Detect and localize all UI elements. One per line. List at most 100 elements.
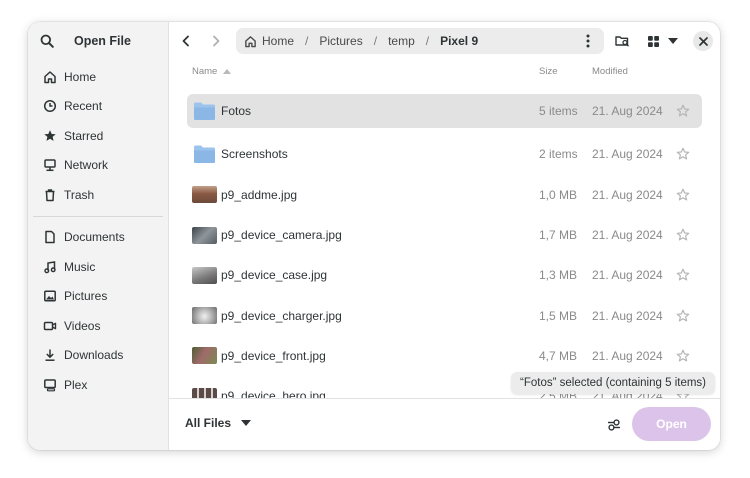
sidebar-item-downloads[interactable]: Downloads — [28, 341, 168, 371]
sidebar-item-label: Home — [64, 69, 97, 84]
image-thumbnail — [192, 266, 217, 284]
file-row-image[interactable]: p9_addme.jpg 1,0 MB 21. Aug 2024 — [187, 175, 702, 215]
star-outline-icon — [676, 349, 690, 362]
crumb-home[interactable]: Home — [244, 34, 294, 48]
image-thumbnail — [192, 226, 217, 244]
download-icon — [42, 347, 58, 363]
star-toggle[interactable] — [675, 348, 691, 364]
settings-toggle-icon — [608, 419, 620, 431]
sidebar-item-home[interactable]: Home — [28, 62, 168, 92]
file-row-image[interactable]: p9_device_front.jpg 4,7 MB 21. Aug 2024 — [187, 336, 702, 376]
file-modified: 21. Aug 2024 — [592, 104, 663, 118]
folder-icon — [192, 145, 217, 164]
new-folder-button[interactable] — [613, 32, 631, 50]
sidebar-item-label: Documents — [64, 230, 125, 245]
file-row-image[interactable]: p9_device_charger.jpg 1,5 MB 21. Aug 202… — [187, 295, 702, 335]
places-list: Home Recent Starred Network Trash — [28, 62, 168, 210]
chevron-right-icon — [213, 35, 220, 47]
crumb-current[interactable]: Pixel 9 — [440, 34, 478, 48]
file-size: 1,3 MB — [539, 268, 578, 283]
options-button[interactable] — [605, 416, 623, 434]
folder-icon — [192, 102, 217, 120]
image-thumbnail — [192, 186, 217, 204]
image-thumbnail — [192, 347, 217, 365]
file-name: p9_addme.jpg — [221, 187, 298, 202]
file-chooser-dialog: Open File Home Recent Starred Network Tr… — [28, 22, 720, 450]
trash-icon — [42, 187, 58, 203]
file-name: Fotos — [221, 104, 252, 118]
sidebar-item-label: Plex — [64, 377, 88, 392]
file-size: 5 items — [539, 104, 578, 118]
star-outline-icon — [676, 104, 690, 117]
sidebar-item-recent[interactable]: Recent — [28, 92, 168, 122]
crumb-temp[interactable]: temp — [388, 34, 415, 48]
caret-down-icon — [668, 38, 678, 44]
open-button[interactable]: Open — [632, 407, 711, 441]
column-header-name[interactable]: Name — [192, 66, 232, 77]
file-modified: 21. Aug 2024 — [592, 308, 663, 323]
forward-button[interactable] — [207, 32, 225, 50]
close-button[interactable] — [693, 31, 713, 51]
file-modified: 21. Aug 2024 — [592, 228, 663, 243]
home-icon — [245, 35, 256, 47]
file-name: p9_device_hero.jpg — [221, 389, 326, 398]
sidebar-item-starred[interactable]: Starred — [28, 121, 168, 151]
crumb-separator: / — [425, 34, 430, 48]
view-options-button[interactable] — [666, 32, 680, 50]
star-toggle[interactable] — [675, 146, 691, 162]
file-row-screenshots[interactable]: Screenshots 2 items 21. Aug 2024 — [187, 134, 702, 174]
crumb-pictures[interactable]: Pictures — [319, 34, 362, 48]
image-thumbnail — [192, 387, 217, 398]
sidebar-item-documents[interactable]: Documents — [28, 223, 168, 253]
file-row-image[interactable]: p9_device_case.jpg 1,3 MB 21. Aug 2024 — [187, 255, 702, 295]
sidebar-item-label: Pictures — [64, 289, 108, 304]
star-outline-icon — [676, 309, 690, 322]
sidebar-divider — [33, 215, 163, 217]
column-headers: Name Size Modified — [169, 60, 720, 82]
sidebar-item-label: Downloads — [64, 348, 124, 363]
file-name: p9_device_camera.jpg — [221, 228, 342, 243]
file-modified: 21. Aug 2024 — [592, 147, 663, 162]
image-thumbnail — [192, 307, 217, 325]
chevron-left-icon — [182, 35, 189, 47]
grid-view-button[interactable] — [645, 32, 661, 50]
star-toggle[interactable] — [675, 227, 691, 243]
sidebar: Open File Home Recent Starred Network Tr… — [28, 22, 169, 450]
star-toggle[interactable] — [675, 308, 691, 324]
column-header-modified[interactable]: Modified — [592, 66, 628, 77]
back-button[interactable] — [177, 32, 195, 50]
search-button[interactable] — [38, 32, 56, 50]
photo-thumbnail — [192, 266, 217, 284]
music-icon — [42, 259, 58, 275]
photo-thumbnail — [192, 387, 217, 398]
sidebar-item-label: Recent — [64, 99, 103, 114]
home-icon — [42, 69, 58, 85]
file-modified: 21. Aug 2024 — [592, 187, 663, 202]
more-vertical-icon — [586, 34, 590, 48]
sidebar-item-label: Trash — [64, 187, 95, 202]
star-toggle[interactable] — [675, 187, 691, 203]
file-filter-label: All Files — [185, 416, 232, 430]
selection-status-tooltip: “Fotos” selected (containing 5 items) — [511, 372, 715, 394]
sidebar-item-pictures[interactable]: Pictures — [28, 282, 168, 312]
sidebar-item-network[interactable]: Network — [28, 151, 168, 181]
sidebar-item-plex[interactable]: Plex — [28, 370, 168, 400]
sidebar-item-videos[interactable]: Videos — [28, 311, 168, 341]
file-filter-dropdown[interactable]: All Files — [185, 416, 252, 430]
document-icon — [42, 229, 58, 245]
star-toggle[interactable] — [675, 267, 691, 283]
crumb-separator: / — [305, 34, 309, 48]
crumb-separator: / — [373, 34, 378, 48]
search-icon — [40, 34, 54, 48]
sidebar-item-music[interactable]: Music — [28, 252, 168, 282]
file-row-fotos[interactable]: Fotos 5 items 21. Aug 2024 — [187, 94, 702, 128]
video-icon — [42, 318, 58, 334]
column-header-size[interactable]: Size — [539, 66, 557, 77]
file-row-image[interactable]: p9_device_camera.jpg 1,7 MB 21. Aug 2024 — [187, 215, 702, 255]
sidebar-item-trash[interactable]: Trash — [28, 180, 168, 210]
file-size: 1,5 MB — [539, 308, 578, 323]
close-icon — [698, 36, 708, 46]
photo-thumbnail — [192, 347, 217, 365]
star-toggle[interactable] — [675, 103, 691, 119]
path-menu-button[interactable] — [580, 33, 596, 49]
